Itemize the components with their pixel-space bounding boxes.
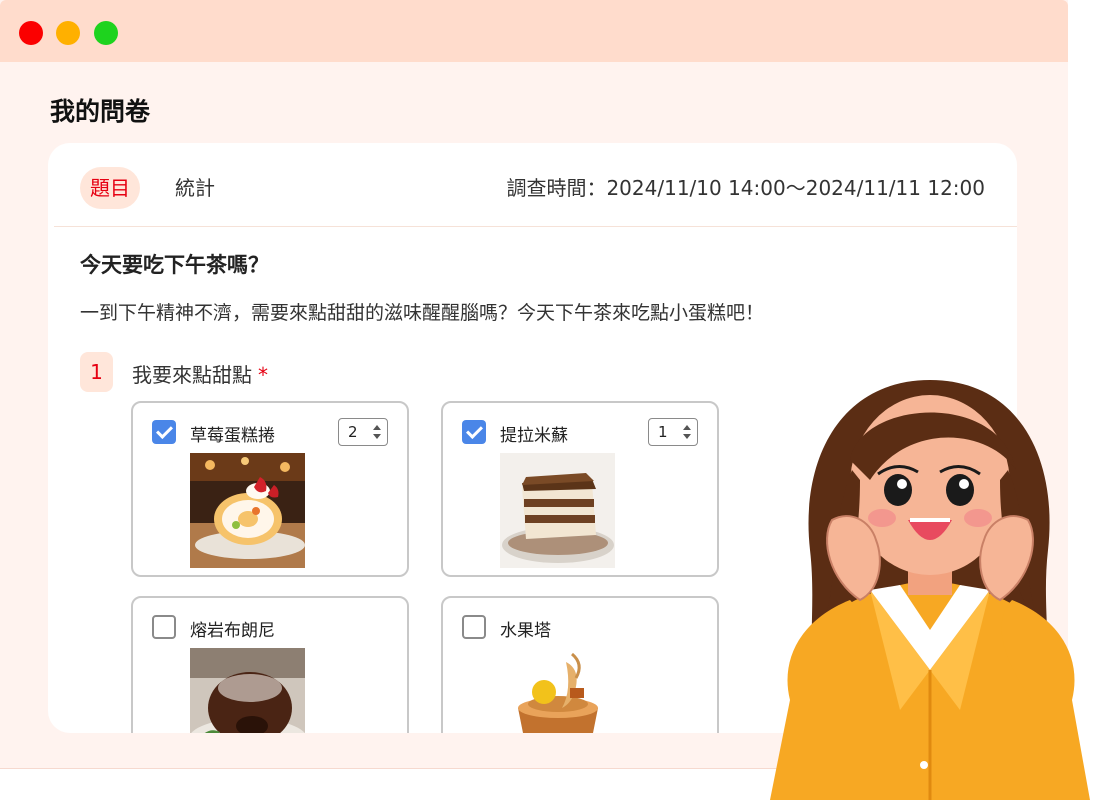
divider bbox=[54, 226, 1017, 227]
option-name: 草莓蛋糕捲 bbox=[190, 426, 275, 446]
stepper-arrows-icon[interactable] bbox=[373, 425, 381, 439]
stepper-arrows-icon[interactable] bbox=[683, 425, 691, 439]
option-checkbox[interactable] bbox=[152, 420, 176, 444]
close-window-button[interactable] bbox=[19, 21, 43, 45]
quantity-stepper[interactable]: 1 bbox=[648, 418, 698, 446]
option-checkbox[interactable] bbox=[152, 615, 176, 639]
question-label-text: 我要來點甜點 bbox=[132, 363, 252, 387]
option-checkbox[interactable] bbox=[462, 420, 486, 444]
option-name: 熔岩布朗尼 bbox=[190, 621, 275, 641]
tab-stats[interactable]: 統計 bbox=[165, 167, 225, 209]
option-checkbox[interactable] bbox=[462, 615, 486, 639]
option-card-tiramisu[interactable]: 提拉米蘇 1 bbox=[441, 401, 719, 577]
mascot-illustration bbox=[760, 370, 1100, 800]
quantity-stepper[interactable]: 2 bbox=[338, 418, 388, 446]
survey-time: 調查時間：2024/11/10 14:00～2024/11/11 12:00 bbox=[506, 176, 985, 200]
option-name: 提拉米蘇 bbox=[500, 426, 568, 446]
option-card-fruit-tart[interactable]: 水果塔 bbox=[441, 596, 719, 733]
maximize-window-button[interactable] bbox=[94, 21, 118, 45]
page-title: 我的問卷 bbox=[50, 97, 151, 126]
fruit-tart-photo bbox=[500, 648, 615, 733]
option-name: 水果塔 bbox=[500, 621, 551, 641]
lava-brownie-photo bbox=[190, 648, 305, 733]
quantity-value: 1 bbox=[658, 423, 668, 441]
quantity-value: 2 bbox=[348, 423, 358, 441]
option-card-lava-brownie[interactable]: 熔岩布朗尼 bbox=[131, 596, 409, 733]
strawberry-roll-cake-photo bbox=[190, 453, 305, 568]
question-label: 我要來點甜點 * bbox=[132, 359, 268, 388]
title-bar bbox=[0, 0, 1068, 62]
question-description: 一到下午精神不濟，需要來點甜甜的滋味醒醒腦嗎？今天下午茶來吃點小蛋糕吧！ bbox=[80, 302, 765, 324]
question-title: 今天要吃下午茶嗎？ bbox=[80, 253, 269, 277]
minimize-window-button[interactable] bbox=[56, 21, 80, 45]
question-number-badge: 1 bbox=[80, 352, 113, 392]
tiramisu-photo bbox=[500, 453, 615, 568]
option-card-strawberry-roll[interactable]: 草莓蛋糕捲 2 bbox=[131, 401, 409, 577]
required-mark: * bbox=[258, 363, 268, 387]
tab-questions[interactable]: 題目 bbox=[80, 167, 140, 209]
